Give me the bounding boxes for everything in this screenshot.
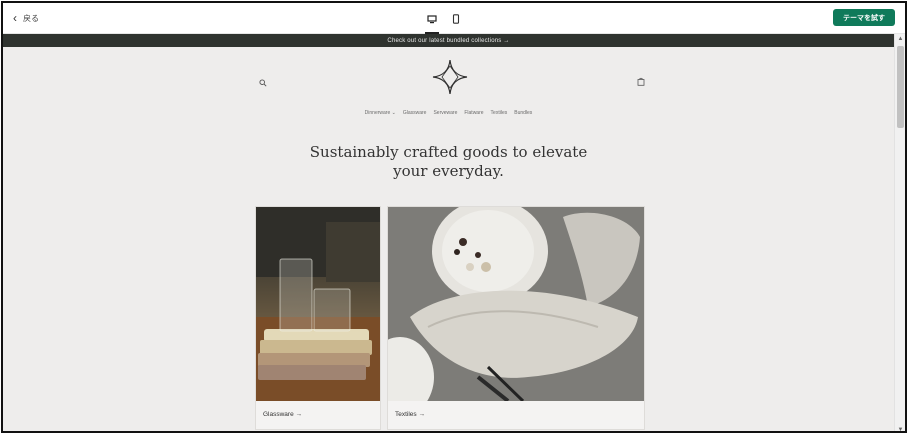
scroll-down-arrow-icon[interactable]: ▼ [895, 425, 905, 431]
collection-label: Textiles → [395, 411, 425, 418]
mobile-icon [452, 14, 460, 24]
editor-topbar: ‹ 戻る テーマを試す [3, 3, 905, 34]
nav-item-glassware[interactable]: Glassware [403, 110, 427, 116]
search-button[interactable] [259, 74, 267, 92]
headline-line-2: your everyday. [393, 162, 504, 180]
scroll-thumb[interactable] [897, 46, 904, 128]
main-nav: Dinnerware ⌄ Glassware Serveware Flatwar… [3, 110, 894, 116]
back-label: 戻る [23, 13, 39, 23]
search-icon [259, 79, 267, 87]
preview-scrollbar[interactable]: ▲ ▼ [894, 34, 905, 431]
collection-card-glassware[interactable]: Glassware → [255, 206, 381, 430]
cart-icon [637, 77, 645, 86]
chevron-left-icon: ‹ [13, 11, 17, 25]
headline-line-1: Sustainably crafted goods to elevate [309, 143, 588, 161]
nav-item-bundles[interactable]: Bundles [514, 110, 532, 116]
back-button[interactable]: ‹ 戻る [13, 12, 39, 24]
nav-item-serveware[interactable]: Serveware [433, 110, 457, 116]
app-frame: ‹ 戻る テーマを試す Check out our latest bundled… [1, 1, 907, 433]
nav-item-flatware[interactable]: Flatware [464, 110, 483, 116]
collection-label: Glassware → [263, 411, 303, 418]
store-header [253, 58, 645, 100]
collection-card-textiles[interactable]: Textiles → [387, 206, 645, 430]
desktop-icon [427, 14, 437, 23]
hero-headline: Sustainably crafted goods to elevate you… [3, 143, 894, 181]
desktop-view-button[interactable] [423, 10, 441, 34]
try-theme-button[interactable]: テーマを試す [833, 9, 895, 26]
glassware-image [256, 207, 380, 401]
nav-item-textiles[interactable]: Textiles [491, 110, 508, 116]
cart-button[interactable] [637, 73, 645, 91]
mobile-view-button[interactable] [447, 10, 465, 28]
store-preview: Check out our latest bundled collections… [3, 34, 894, 431]
scroll-up-arrow-icon[interactable]: ▲ [895, 34, 905, 44]
announcement-bar[interactable]: Check out our latest bundled collections… [3, 34, 894, 47]
textiles-image [388, 207, 644, 401]
logo-icon[interactable] [431, 58, 469, 96]
device-toggle [423, 10, 465, 34]
nav-item-dinnerware[interactable]: Dinnerware ⌄ [365, 110, 396, 116]
